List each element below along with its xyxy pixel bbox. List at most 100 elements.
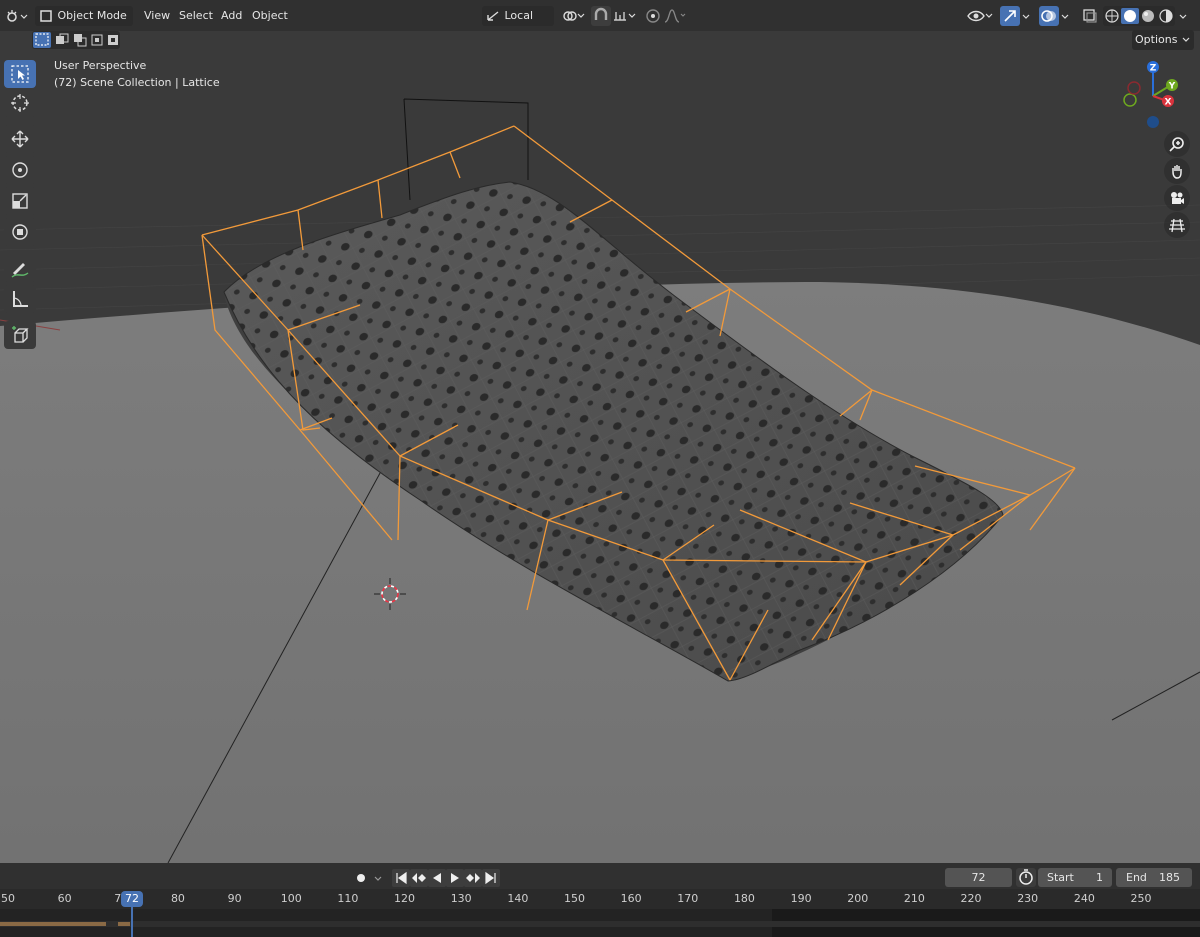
pan-button[interactable]	[1164, 158, 1190, 184]
gizmo-z-label: Z	[1150, 64, 1157, 74]
tool-scale[interactable]	[4, 187, 36, 215]
gizmo-toggle[interactable]	[1000, 6, 1020, 26]
keying-dropdown[interactable]	[371, 869, 385, 887]
tool-move[interactable]	[4, 125, 36, 153]
gizmo-y-label: Y	[1168, 82, 1176, 92]
timeline-tick-50: 50	[1, 892, 15, 905]
start-value: 1	[1096, 871, 1103, 884]
orientation-icon	[487, 11, 499, 21]
shading-dropdown[interactable]	[1178, 6, 1192, 26]
snap-settings-button[interactable]	[612, 6, 638, 26]
chevron-down-icon	[374, 876, 382, 881]
auto-key-button[interactable]	[352, 869, 370, 887]
mode-selector[interactable]: Object Mode	[35, 6, 133, 38]
3d-viewport[interactable]: User Perspective (72) Scene Collection |…	[0, 31, 1200, 863]
overlays-toggle[interactable]	[1039, 6, 1059, 26]
next-keyframe-button[interactable]	[464, 869, 482, 887]
snap-toggle[interactable]	[591, 6, 611, 26]
start-label: Start	[1047, 871, 1074, 884]
view-name: User Perspective	[54, 59, 147, 72]
tool-annotate[interactable]	[4, 254, 36, 282]
tool-select-box[interactable]	[4, 60, 36, 88]
timeline-tick-190: 190	[790, 892, 812, 905]
chevron-down-icon	[1179, 14, 1187, 19]
tool-measure[interactable]	[4, 285, 36, 313]
visibility-button[interactable]	[966, 6, 996, 26]
timeline-tick-140: 140	[507, 892, 529, 905]
jump-start-icon	[396, 871, 407, 885]
options-button[interactable]: Options	[1132, 30, 1194, 50]
timeline-tick-200: 200	[847, 892, 869, 905]
menu-view[interactable]: View	[140, 6, 174, 26]
options-label: Options	[1135, 33, 1178, 46]
end-label: End	[1126, 871, 1147, 884]
keyframe-range-bar	[0, 922, 106, 926]
solid-shading-icon[interactable]	[1121, 6, 1139, 26]
timeline-tick-160: 160	[620, 892, 642, 905]
material-shading-icon[interactable]	[1139, 6, 1157, 26]
wireframe-shading-icon[interactable]	[1103, 6, 1121, 26]
start-frame-field[interactable]: Start 1	[1038, 868, 1112, 887]
timeline-tick-80: 80	[170, 892, 185, 905]
gizmo-x-label: X	[1165, 98, 1172, 108]
timeline-tick-110: 110	[337, 892, 359, 905]
current-frame-field[interactable]: 72	[945, 868, 1012, 887]
cursor-icon	[11, 94, 29, 112]
tool-add-cube[interactable]	[4, 321, 36, 349]
tool-rotate[interactable]	[4, 156, 36, 184]
gizmo-dropdown[interactable]	[1021, 6, 1033, 26]
timeline-tick-60: 60	[57, 892, 72, 905]
playhead-marker[interactable]: 72	[121, 891, 143, 907]
preview-range-toggle[interactable]	[1016, 868, 1036, 887]
select-mode-icons[interactable]	[32, 31, 120, 49]
camera-view-button[interactable]	[1164, 185, 1190, 211]
jump-end-icon	[485, 871, 496, 885]
ortho-toggle-button[interactable]	[1164, 212, 1190, 238]
pivot-point-button[interactable]	[561, 6, 587, 26]
jump-end-button[interactable]	[482, 869, 500, 887]
play-reverse-button[interactable]	[428, 869, 446, 887]
overlays-dropdown[interactable]	[1060, 6, 1072, 26]
menu-select[interactable]: Select	[175, 6, 217, 26]
zoom-button[interactable]	[1164, 131, 1190, 157]
playhead-frame: 72	[125, 892, 139, 905]
orientation-label: Local	[504, 9, 534, 22]
timeline-tick-90: 90	[227, 892, 242, 905]
end-value: 185	[1159, 871, 1180, 884]
next-keyframe-icon	[466, 873, 480, 883]
zoom-icon	[1169, 137, 1184, 152]
tool-transform[interactable]	[4, 218, 36, 246]
end-frame-field[interactable]: End 185	[1116, 868, 1192, 887]
hand-icon	[1172, 165, 1182, 179]
proportional-editing-toggle[interactable]	[643, 6, 663, 26]
grid-icon	[1169, 218, 1185, 233]
falloff-button[interactable]	[663, 6, 689, 26]
overlays-icon	[1041, 10, 1056, 22]
xray-toggle[interactable]	[1080, 6, 1100, 26]
chevron-down-icon	[1061, 14, 1069, 19]
transform-icon	[12, 224, 28, 240]
menu-add[interactable]: Add	[217, 6, 246, 26]
transform-orientation-selector[interactable]: Local	[482, 6, 554, 38]
play-button[interactable]	[446, 869, 464, 887]
scale-icon	[12, 193, 28, 209]
editor-type-button[interactable]	[4, 6, 30, 26]
magnet-icon	[594, 7, 608, 20]
jump-start-button[interactable]	[392, 869, 410, 887]
editor-type-icon	[7, 10, 28, 22]
prev-keyframe-icon	[412, 873, 426, 883]
prev-keyframe-button[interactable]	[410, 869, 428, 887]
summary-row	[0, 921, 1200, 927]
snap-increment-icon	[614, 12, 636, 21]
menu-object[interactable]: Object	[248, 6, 292, 26]
rendered-shading-icon[interactable]	[1157, 6, 1175, 26]
annotate-icon	[11, 263, 29, 278]
shading-switcher[interactable]	[1103, 6, 1175, 26]
move-icon	[11, 130, 29, 148]
navigation-gizmo[interactable]: Z Y X	[1118, 58, 1198, 138]
record-icon	[357, 874, 365, 882]
tool-cursor[interactable]	[4, 89, 36, 117]
camera-icon	[1171, 192, 1184, 204]
timeline-tick-130: 130	[450, 892, 472, 905]
current-frame-value: 72	[971, 871, 986, 884]
